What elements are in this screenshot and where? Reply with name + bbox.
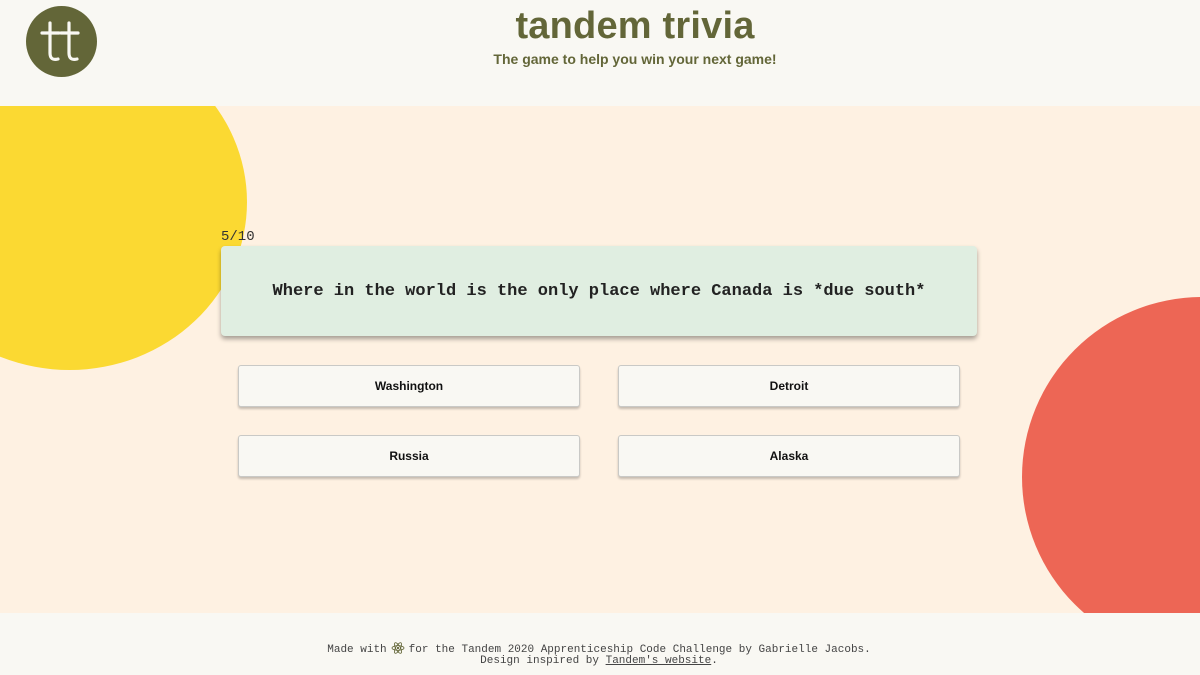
answer-button-washington[interactable]: Washington xyxy=(238,365,580,407)
page: tandem trivia The game to help you win y… xyxy=(0,0,1200,675)
question-card: Where in the world is the only place whe… xyxy=(221,246,977,336)
answer-button-alaska[interactable]: Alaska xyxy=(618,435,960,477)
header: tandem trivia The game to help you win y… xyxy=(0,0,1200,106)
app-subtitle: The game to help you win your next game! xyxy=(493,51,777,67)
answer-button-russia[interactable]: Russia xyxy=(238,435,580,477)
question-text: Where in the world is the only place whe… xyxy=(272,281,926,301)
quiz-area: 5/10 Where in the world is the only plac… xyxy=(0,106,1200,613)
app-title: tandem trivia xyxy=(515,5,755,47)
decorative-red-circle xyxy=(1022,297,1200,613)
footer: Made with for the Tandem 2020 Apprentices… xyxy=(0,613,1200,675)
answer-button-detroit[interactable]: Detroit xyxy=(618,365,960,407)
footer-design-prefix: Design inspired by xyxy=(480,655,599,667)
footer-design-credit: Design inspired by Tandem's website. xyxy=(0,655,1198,667)
decorative-yellow-circle xyxy=(0,106,247,370)
tandem-website-link[interactable]: Tandem's website xyxy=(606,655,712,667)
question-counter: 5/10 xyxy=(221,229,255,245)
footer-design-suffix: . xyxy=(711,655,718,667)
